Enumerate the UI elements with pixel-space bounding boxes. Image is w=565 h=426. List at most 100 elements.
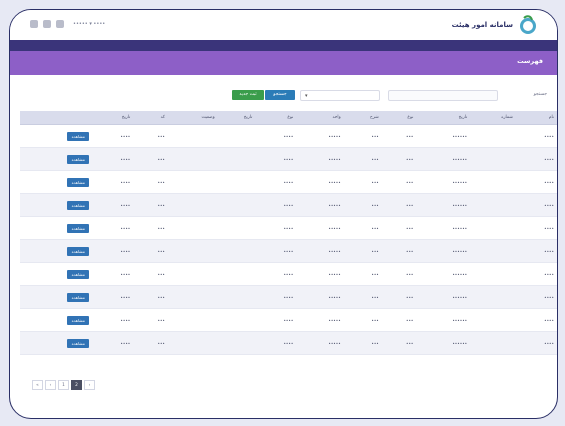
view-button[interactable]: مشاهده	[67, 246, 90, 256]
search-button[interactable]: جستجو	[265, 90, 295, 100]
brand: سامانه امور هیئت	[452, 14, 539, 36]
table-cell: •••	[381, 262, 417, 286]
table-cell	[167, 193, 218, 217]
view-button[interactable]: مشاهده	[67, 338, 90, 348]
table-cell	[217, 285, 256, 309]
table-cell: ••••	[255, 193, 297, 217]
table-cell: ••••	[92, 285, 134, 309]
table-cell	[470, 262, 516, 286]
action-cell: مشاهده	[20, 285, 93, 309]
table-row[interactable]: مشاهده •••• ••• •••• ••••• ••• ••• •••••• ••••	[20, 124, 557, 148]
table-cell	[217, 239, 256, 263]
page-link[interactable]: ›	[84, 380, 95, 390]
table-cell: ••••••	[416, 124, 471, 148]
table-row[interactable]: مشاهده •••• ••• •••• ••••• ••• ••• •••••• ••••	[20, 331, 557, 355]
page-link[interactable]: ‹	[45, 380, 56, 390]
column-header[interactable]: تاریخ	[416, 111, 471, 125]
page-title: فهرست	[517, 57, 543, 65]
table-cell: ••••	[515, 331, 557, 355]
notification-icon[interactable]	[43, 20, 51, 28]
table-row[interactable]: مشاهده •••• ••• •••• ••••• ••• ••• •••••• ••••	[20, 216, 557, 240]
navbar-icons: ••••• ▾ ••••	[30, 20, 105, 28]
settings-icon[interactable]	[30, 20, 38, 28]
table-row[interactable]: مشاهده •••• ••• •••• ••••• ••• ••• •••••• ••••	[20, 170, 557, 194]
table-cell	[470, 170, 516, 194]
table-cell	[167, 124, 218, 148]
data-table: تاریخ کد وضعیت تاریخ نوع واحد شرح نوع تاریخ شماره…	[20, 111, 557, 355]
column-header[interactable]: نوع	[255, 111, 297, 125]
page-link[interactable]: «	[32, 380, 43, 390]
table-row[interactable]: مشاهده •••• ••• •••• ••••• ••• ••• •••••• ••••	[20, 285, 557, 309]
table-cell: •••	[133, 193, 168, 217]
pagination: «‹ 1 2 ›	[32, 380, 95, 390]
table-cell: ••••	[92, 216, 134, 240]
table-cell: •••	[343, 285, 382, 309]
column-header[interactable]: نوع	[381, 111, 417, 125]
table-cell: •••	[343, 262, 382, 286]
column-header[interactable]: شرح	[343, 111, 382, 125]
table-cell: •••	[133, 170, 168, 194]
view-button[interactable]: مشاهده	[67, 177, 90, 187]
action-cell: مشاهده	[20, 170, 93, 194]
search-input[interactable]	[388, 90, 498, 101]
table-cell: •••	[343, 193, 382, 217]
table-cell: •••	[381, 331, 417, 355]
table-row[interactable]: مشاهده •••• ••• •••• ••••• ••• ••• •••••• ••••	[20, 147, 557, 171]
column-header[interactable]: تاریخ	[92, 111, 134, 125]
toolbar: جستجو ▾ جستجو ثبت جدید	[10, 82, 557, 108]
view-button[interactable]: مشاهده	[67, 223, 90, 233]
user-menu[interactable]: ••••• ▾ ••••	[73, 21, 105, 27]
table-cell: •••	[381, 285, 417, 309]
table-cell	[217, 124, 256, 148]
column-header[interactable]: تاریخ	[217, 111, 256, 125]
table-cell: ••••••	[416, 308, 471, 332]
column-header[interactable]: نام	[515, 111, 557, 125]
table-cell: ••••	[255, 124, 297, 148]
table-cell: •••••	[296, 285, 344, 309]
table-cell: •••	[343, 170, 382, 194]
table-cell	[217, 331, 256, 355]
table-cell	[167, 308, 218, 332]
column-header[interactable]	[20, 111, 93, 125]
table-cell: •••	[133, 239, 168, 263]
table-cell: ••••	[255, 262, 297, 286]
table-cell: •••	[133, 331, 168, 355]
table-row[interactable]: مشاهده •••• ••• •••• ••••• ••• ••• •••••• ••••	[20, 193, 557, 217]
table-cell	[167, 147, 218, 171]
table-cell: ••••••	[416, 170, 471, 194]
top-navbar: ••••• ▾ •••• سامانه امور هیئت	[10, 10, 557, 41]
table-cell	[217, 216, 256, 240]
table-cell: •••••	[296, 147, 344, 171]
table-cell: ••••	[515, 262, 557, 286]
column-header[interactable]: وضعیت	[167, 111, 218, 125]
table-cell	[217, 308, 256, 332]
view-button[interactable]: مشاهده	[67, 269, 90, 279]
table-row[interactable]: مشاهده •••• ••• •••• ••••• ••• ••• •••••• ••••	[20, 308, 557, 332]
brand-name: سامانه امور هیئت	[451, 21, 513, 29]
action-cell: مشاهده	[20, 193, 93, 217]
view-button[interactable]: مشاهده	[67, 292, 90, 302]
message-icon[interactable]	[56, 20, 64, 28]
view-button[interactable]: مشاهده	[67, 131, 90, 141]
view-button[interactable]: مشاهده	[67, 154, 90, 164]
column-header[interactable]: شماره	[470, 111, 516, 125]
page-link[interactable]: 2	[71, 380, 82, 390]
table-cell	[167, 216, 218, 240]
column-header[interactable]: کد	[133, 111, 168, 125]
table-cell: •••••	[296, 262, 344, 286]
table-row[interactable]: مشاهده •••• ••• •••• ••••• ••• ••• •••••• ••••	[20, 239, 557, 263]
table-cell: ••••	[255, 308, 297, 332]
table-cell: ••••	[255, 147, 297, 171]
table-cell: ••••	[92, 262, 134, 286]
table-cell	[167, 262, 218, 286]
table-cell: •••	[133, 147, 168, 171]
filter-select[interactable]: ▾	[300, 90, 380, 101]
page-link[interactable]: 1	[58, 380, 69, 390]
view-button[interactable]: مشاهده	[67, 315, 90, 325]
add-new-button[interactable]: ثبت جدید	[232, 90, 264, 100]
table-cell: •••	[133, 124, 168, 148]
table-cell: ••••	[515, 285, 557, 309]
view-button[interactable]: مشاهده	[67, 200, 90, 210]
table-row[interactable]: مشاهده •••• ••• •••• ••••• ••• ••• •••••• ••••	[20, 262, 557, 286]
column-header[interactable]: واحد	[296, 111, 344, 125]
